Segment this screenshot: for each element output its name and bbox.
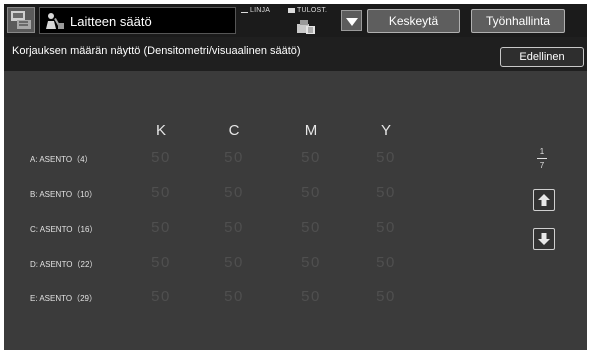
value-e-c: 50 [224, 288, 244, 305]
column-header-y: Y [380, 122, 391, 139]
value-b-c: 50 [224, 184, 244, 201]
line-status-icon [241, 7, 248, 14]
total-pages: 7 [539, 161, 545, 170]
top-bar: Laitteen säätö LINJA TULOST. Keskeytä Ty… [4, 4, 587, 37]
arrow-down-icon [538, 233, 550, 245]
value-b-k: 50 [151, 184, 171, 201]
print-indicator: TULOST. [288, 7, 327, 14]
value-d-k: 50 [151, 254, 171, 271]
pause-button[interactable]: Keskeytä [367, 9, 460, 33]
sub-header: Korjauksen määrän näyttö (Densitometri/v… [4, 37, 587, 71]
value-a-k: 50 [151, 149, 171, 166]
screen-title-box: Laitteen säätö [39, 7, 236, 34]
value-d-y: 50 [376, 254, 396, 271]
page-title: Korjauksen määrän näyttö (Densitometri/v… [12, 45, 301, 57]
value-e-m: 50 [301, 288, 321, 305]
value-a-c: 50 [224, 149, 244, 166]
page-up-button[interactable] [533, 189, 555, 211]
status-dropdown-button[interactable] [341, 10, 362, 31]
column-header-k: K [155, 122, 166, 139]
back-button[interactable]: Edellinen [500, 47, 584, 67]
value-b-y: 50 [376, 184, 396, 201]
value-b-m: 50 [301, 184, 321, 201]
screen: Laitteen säätö LINJA TULOST. Keskeytä Ty… [4, 4, 587, 350]
screen-title: Laitteen säätö [70, 14, 152, 29]
value-a-y: 50 [376, 149, 396, 166]
line-label: LINJA [250, 7, 271, 14]
page-indicator: 1 7 [532, 147, 552, 170]
column-header-m: M [304, 122, 318, 139]
line-indicator: LINJA [241, 7, 270, 14]
print-label: TULOST. [297, 7, 328, 14]
page-down-button[interactable] [533, 228, 555, 250]
value-a-m: 50 [301, 149, 321, 166]
row-label-c: C: ASENTO（16） [30, 225, 98, 234]
job-status-button[interactable]: Työnhallinta [471, 9, 565, 33]
machine-settings-icon[interactable] [7, 7, 35, 33]
column-header-c: C [228, 122, 240, 139]
row-label-a: A: ASENTO（4） [30, 155, 93, 164]
value-e-k: 50 [151, 288, 171, 305]
row-label-b: B: ASENTO（10） [30, 190, 97, 199]
technician-icon [46, 13, 64, 29]
arrow-up-icon [538, 194, 550, 206]
value-c-c: 50 [224, 219, 244, 236]
print-status-icon [288, 7, 295, 13]
value-c-m: 50 [301, 219, 321, 236]
printer-icon [297, 20, 315, 34]
value-c-y: 50 [376, 219, 396, 236]
page-divider [537, 158, 547, 159]
row-label-d: D: ASENTO（22） [30, 260, 98, 269]
current-page: 1 [539, 147, 545, 156]
value-d-m: 50 [301, 254, 321, 271]
value-c-k: 50 [151, 219, 171, 236]
row-label-e: E: ASENTO（29） [30, 294, 97, 303]
value-d-c: 50 [224, 254, 244, 271]
value-e-y: 50 [376, 288, 396, 305]
